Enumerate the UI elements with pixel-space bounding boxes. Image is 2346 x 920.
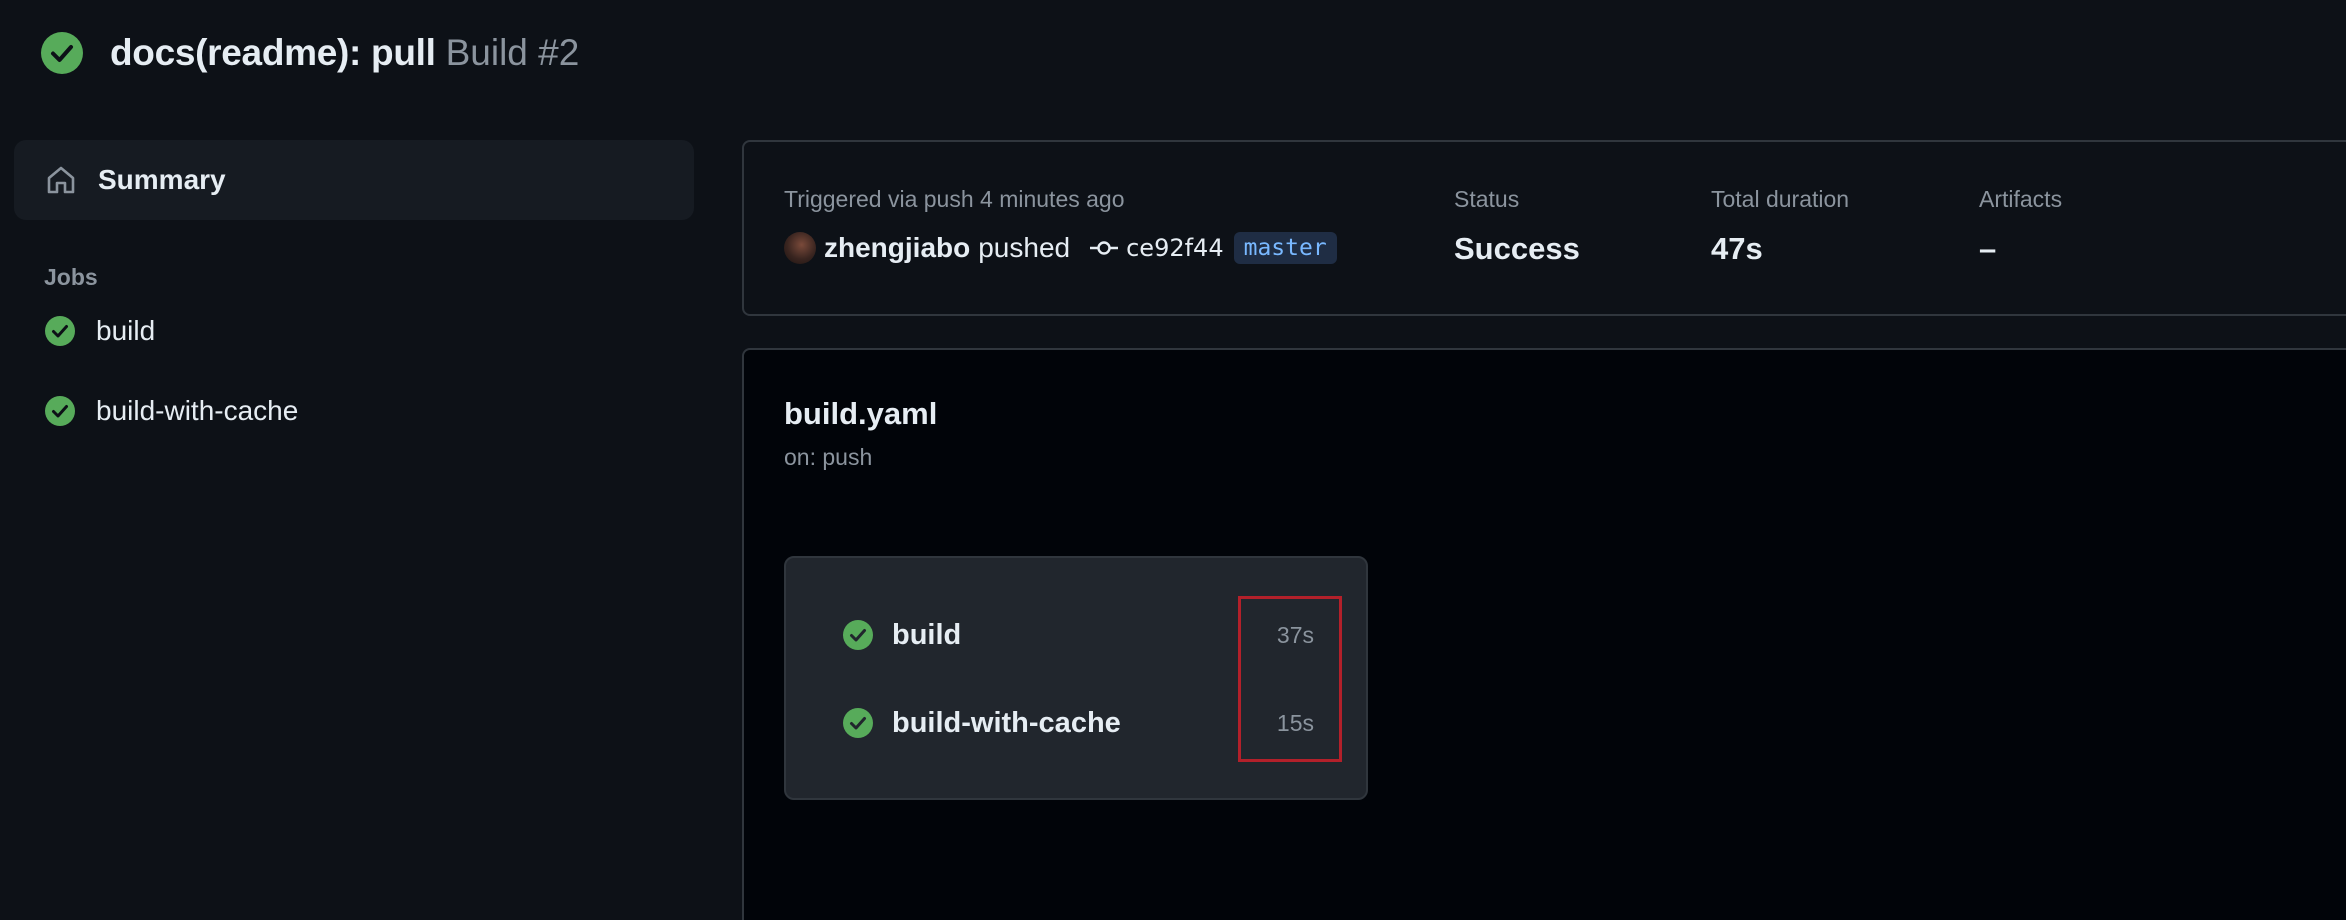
git-commit-icon bbox=[1090, 241, 1119, 255]
jobs-card: build 37s build-with-cache 15s bbox=[784, 556, 1368, 800]
trigger-column: Triggered via push 4 minutes ago zhengji… bbox=[784, 186, 1337, 267]
check-circle-icon bbox=[41, 32, 83, 74]
duration-column: Total duration 47s bbox=[1711, 186, 1849, 267]
branch-badge[interactable]: master bbox=[1233, 232, 1337, 264]
workflow-graph-panel: build.yaml on: push build 37s build-with… bbox=[742, 348, 2346, 920]
duration-value: 47s bbox=[1711, 231, 1763, 266]
status-label: Status bbox=[1454, 186, 1520, 212]
job-row-build[interactable]: build 37s bbox=[842, 610, 1314, 660]
artifacts-column: Artifacts – bbox=[1979, 186, 2062, 267]
job-name: build bbox=[892, 618, 962, 651]
actor-link[interactable]: zhengjiabo bbox=[824, 232, 970, 264]
status-column: Status Success bbox=[1454, 186, 1580, 267]
duration-label: Total duration bbox=[1711, 186, 1850, 212]
sidebar-item-build[interactable]: build bbox=[14, 291, 694, 371]
sidebar: Summary Jobs build build-with-cache bbox=[14, 140, 694, 451]
run-number: Build #2 bbox=[445, 32, 580, 73]
run-header: docs(readme): pull Build #2 bbox=[40, 28, 579, 78]
check-circle-icon bbox=[45, 316, 75, 346]
job-row-build-with-cache[interactable]: build-with-cache 15s bbox=[842, 698, 1314, 748]
workflow-file-name: build.yaml bbox=[784, 396, 938, 431]
trigger-text: Triggered via push 4 minutes ago bbox=[784, 186, 1125, 212]
run-title: docs(readme): pull bbox=[110, 32, 436, 73]
jobs-heading: Jobs bbox=[44, 264, 98, 290]
job-duration: 37s bbox=[1276, 621, 1314, 648]
check-circle-icon bbox=[843, 620, 873, 650]
sidebar-item-build-with-cache[interactable]: build-with-cache bbox=[14, 371, 694, 451]
commit-sha-link[interactable]: ce92f44 bbox=[1126, 234, 1224, 262]
run-summary-box: Triggered via push 4 minutes ago zhengji… bbox=[742, 140, 2346, 316]
job-name: build-with-cache bbox=[892, 706, 1121, 739]
sidebar-item-label: Summary bbox=[98, 164, 226, 195]
sidebar-item-summary[interactable]: Summary bbox=[14, 140, 694, 220]
artifacts-value: – bbox=[1979, 231, 1997, 266]
action-text: pushed bbox=[978, 232, 1071, 263]
artifacts-label: Artifacts bbox=[1979, 186, 2063, 212]
trigger-details: zhengjiabo pushed ce92f44 master bbox=[784, 229, 1337, 267]
check-circle-icon bbox=[45, 396, 75, 426]
workflow-run-page: docs(readme): pull Build #2 Summary Jobs… bbox=[0, 0, 2346, 920]
sidebar-item-label: build bbox=[96, 315, 156, 346]
job-duration: 15s bbox=[1276, 709, 1314, 736]
home-icon bbox=[47, 166, 75, 194]
status-value: Success bbox=[1454, 231, 1580, 266]
sidebar-item-label: build-with-cache bbox=[96, 395, 299, 426]
check-circle-icon bbox=[843, 708, 873, 738]
avatar[interactable] bbox=[784, 232, 816, 264]
workflow-trigger: on: push bbox=[784, 444, 873, 470]
